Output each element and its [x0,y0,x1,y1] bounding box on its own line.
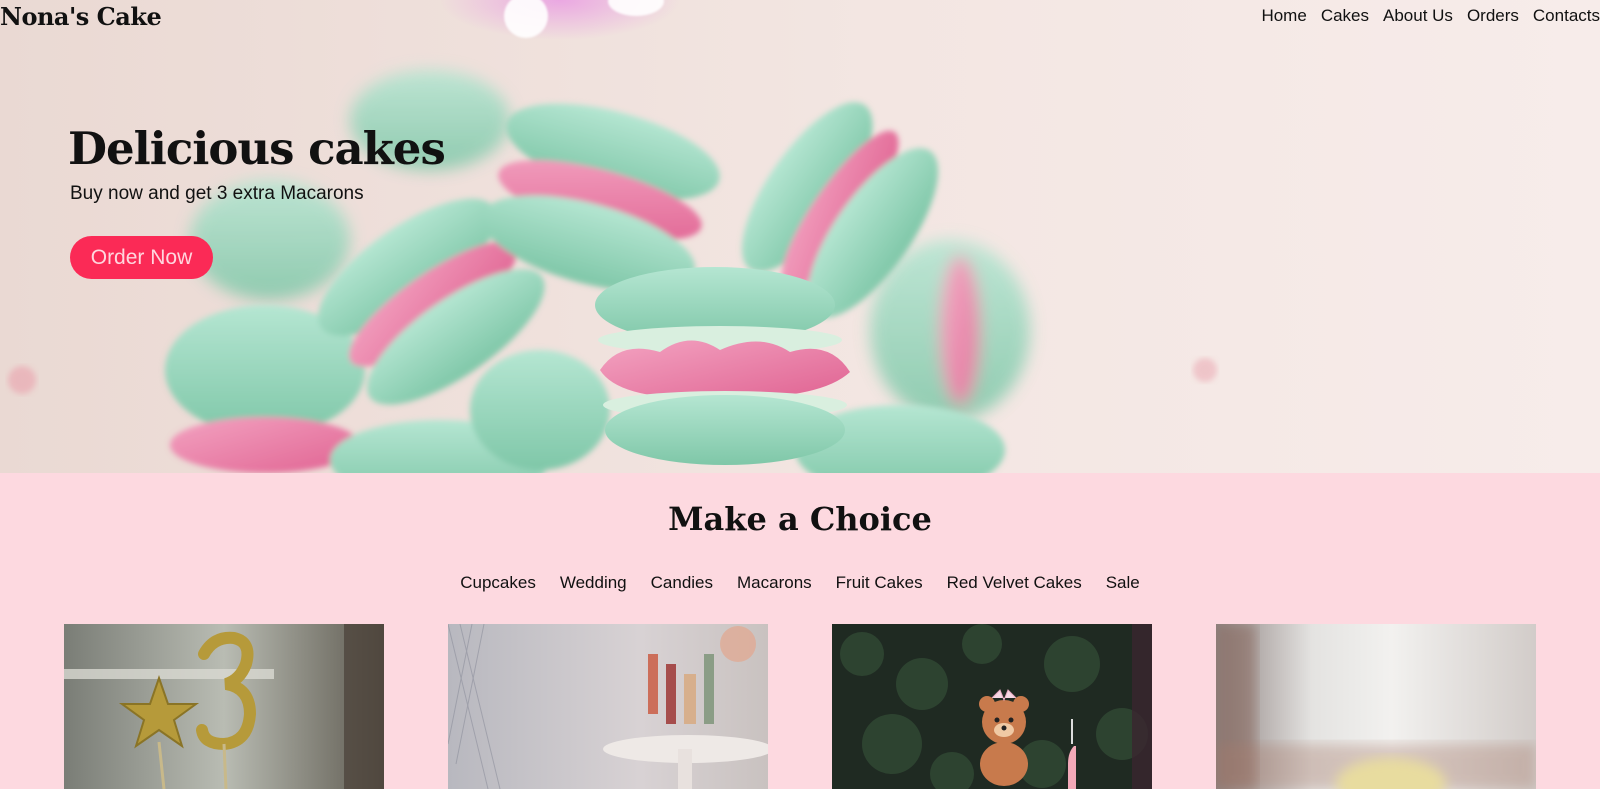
hero-subtitle: Buy now and get 3 extra Macarons [70,183,364,204]
nav-home[interactable]: Home [1261,6,1306,26]
product-card[interactable] [832,624,1152,789]
nav-orders[interactable]: Orders [1467,6,1519,26]
category-fruit-cakes[interactable]: Fruit Cakes [836,573,923,593]
bear-cake-image [832,624,1152,789]
nav-cakes[interactable]: Cakes [1321,6,1369,26]
blurred-cake-image [1216,624,1536,789]
product-cards [0,624,1600,789]
category-nav: Cupcakes Wedding Candies Macarons Fruit … [0,573,1600,593]
site-logo[interactable]: Nona's Cake [0,2,162,31]
hero-banner: Nona's Cake Home Cakes About Us Orders C… [0,0,1600,473]
order-now-button[interactable]: Order Now [70,236,213,279]
product-card[interactable] [1216,624,1536,789]
wedding-cake-image [448,624,768,789]
product-card[interactable] [448,624,768,789]
nav-about-us[interactable]: About Us [1383,6,1453,26]
macarons-hero-image [8,70,1217,473]
main-nav: Home Cakes About Us Orders Contacts [1247,6,1600,26]
category-candies[interactable]: Candies [651,573,713,593]
category-red-velvet-cakes[interactable]: Red Velvet Cakes [947,573,1082,593]
nav-contacts[interactable]: Contacts [1533,6,1600,26]
category-macarons[interactable]: Macarons [737,573,812,593]
product-card[interactable] [64,624,384,789]
hero-title: Delicious cakes [68,122,446,175]
section-title: Make a Choice [668,500,932,538]
category-sale[interactable]: Sale [1106,573,1140,593]
category-wedding[interactable]: Wedding [560,573,627,593]
cake-topper-image [64,624,384,789]
category-cupcakes[interactable]: Cupcakes [460,573,536,593]
